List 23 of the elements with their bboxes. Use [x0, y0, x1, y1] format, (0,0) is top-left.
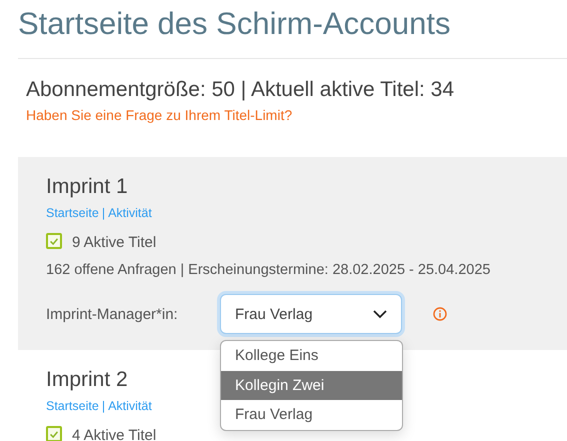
- page-title: Startseite des Schirm-Accounts: [18, 5, 452, 43]
- imprint-link[interactable]: Aktivität: [108, 206, 152, 220]
- active-titles-count: 9 Aktive Titel: [72, 233, 156, 251]
- checkbox[interactable]: [46, 232, 62, 248]
- imprint-heading: Imprint 1: [46, 174, 128, 200]
- dropdown-option[interactable]: Kollege Eins: [221, 341, 402, 370]
- subscription-summary: Abonnementgröße: 50 | Aktuell aktive Titel: 34: [25, 77, 456, 103]
- info-icon[interactable]: [433, 307, 447, 321]
- link-separator: |: [102, 399, 106, 413]
- imprint-details: 162 offene Anfragen | Erscheinungstermine: 28.02.2025 - 25.04.2025: [46, 262, 492, 278]
- link-separator: |: [102, 206, 106, 220]
- imprint-link[interactable]: Aktivität: [108, 399, 152, 413]
- checkbox[interactable]: [46, 426, 62, 441]
- manager-label: Imprint-Manager*in:: [46, 306, 179, 322]
- dropdown-option[interactable]: Kollegin Zwei: [221, 370, 402, 400]
- question-link[interactable]: Haben Sie eine Frage zu Ihrem Titel-Limit?: [26, 106, 292, 124]
- imprint-link[interactable]: Startseite: [46, 399, 99, 413]
- imprint-link[interactable]: Startseite: [46, 206, 99, 220]
- dropdown-option[interactable]: Frau Verlag: [221, 400, 402, 430]
- chevron-down-icon: [373, 310, 387, 318]
- active-titles-count: 4 Aktive Titel: [72, 426, 156, 441]
- manager-select[interactable]: Frau Verlag: [220, 294, 402, 334]
- imprint-heading: Imprint 2: [46, 367, 128, 393]
